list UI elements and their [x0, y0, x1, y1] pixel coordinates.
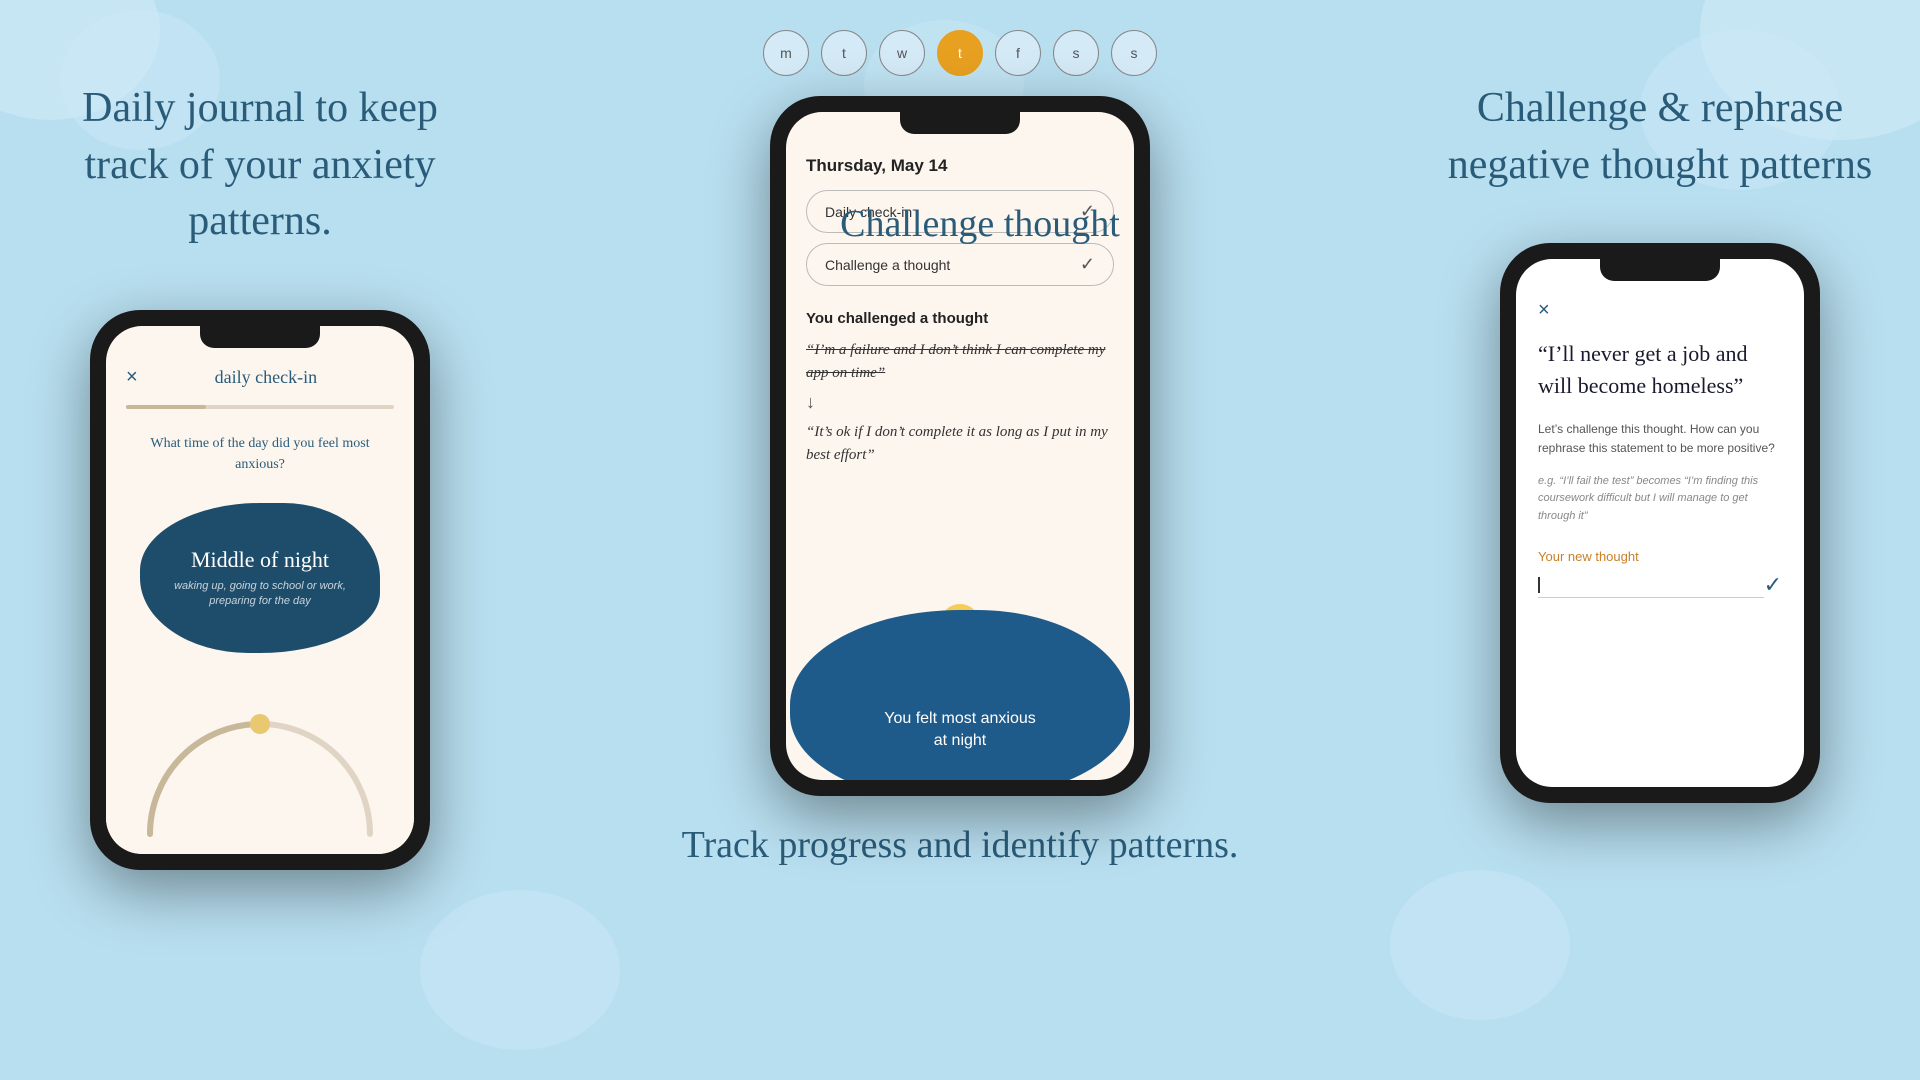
day-tuesday-1[interactable]: t — [821, 30, 867, 76]
challenge-example: e.g. “I’ll fail the test” becomes “I’m f… — [1538, 473, 1782, 526]
center-bottom-text: Track progress and identify patterns. — [622, 820, 1299, 871]
left-section: Daily journal to keep track of your anxi… — [0, 0, 520, 1080]
anxious-line1: You felt most anxious — [884, 710, 1036, 727]
left-phone: × daily check-in What time of the day di… — [90, 310, 430, 870]
arc-gauge — [130, 704, 390, 844]
phone-notch-center — [900, 112, 1020, 134]
day-saturday[interactable]: s — [1053, 30, 1099, 76]
time-of-day-blob[interactable]: Middle of night waking up, going to scho… — [140, 503, 380, 653]
task-challenge-thought[interactable]: Challenge a thought ✓ — [806, 243, 1114, 286]
day-thursday[interactable]: t — [937, 30, 983, 76]
challenged-title: You challenged a thought — [806, 310, 1114, 327]
day-selector: m t w t f s s — [763, 30, 1157, 76]
task-label-challenge: Challenge a thought — [825, 257, 950, 273]
right-phone-screen: × “I’ll never get a job and will become … — [1516, 259, 1804, 787]
day-wednesday[interactable]: w — [879, 30, 925, 76]
original-thought: “I’m a failure and I don’t think I can c… — [806, 339, 1114, 384]
center-section: m t w t f s s Thursday, May 14 Daily che… — [520, 0, 1400, 1080]
date-heading: Thursday, May 14 — [806, 156, 1114, 176]
time-blob-subtitle: waking up, going to school or work, prep… — [140, 579, 380, 610]
progress-bar-container — [126, 405, 394, 409]
check-icon-challenge: ✓ — [1080, 254, 1095, 275]
arc-gauge-area — [106, 694, 414, 854]
anxious-blob: You felt most anxious at night — [790, 610, 1130, 780]
left-title: Daily journal to keep track of your anxi… — [0, 80, 520, 250]
text-cursor — [1538, 577, 1540, 593]
checkin-header: × daily check-in — [126, 366, 394, 389]
time-blob-title: Middle of night — [191, 547, 329, 573]
challenged-section: You challenged a thought “I’m a failure … — [806, 310, 1114, 466]
close-icon-right[interactable]: × — [1538, 299, 1782, 322]
new-thought-field[interactable] — [1538, 575, 1764, 598]
left-phone-screen: × daily check-in What time of the day di… — [106, 326, 414, 854]
right-title: Challenge & rephrase negative thought pa… — [1400, 80, 1920, 193]
arrow-down-icon: ↓ — [806, 392, 1114, 413]
challenge-thought-overlay: Challenge thought — [780, 200, 1180, 249]
anxious-line2: at night — [934, 732, 986, 749]
checkin-question: What time of the day did you feel most a… — [126, 433, 394, 475]
left-phone-content: × daily check-in What time of the day di… — [106, 326, 414, 854]
anxious-blob-text: You felt most anxious at night — [884, 708, 1036, 753]
anxious-blob-area: You felt most anxious at night — [786, 580, 1134, 780]
submit-check-icon[interactable]: ✓ — [1764, 572, 1782, 598]
close-icon[interactable]: × — [126, 366, 138, 389]
challenge-thought-title: Challenge thought — [780, 200, 1180, 249]
new-thought: “It’s ok if I don’t complete it as long … — [806, 421, 1114, 466]
right-section: Challenge & rephrase negative thought pa… — [1400, 0, 1920, 1080]
day-sunday[interactable]: s — [1111, 30, 1157, 76]
phone-notch — [200, 326, 320, 348]
progress-bar-fill — [126, 405, 206, 409]
input-row: ✓ — [1538, 572, 1782, 598]
right-phone-content: × “I’ll never get a job and will become … — [1516, 259, 1804, 787]
new-thought-label: Your new thought — [1538, 549, 1782, 564]
challenge-instruction: Let’s challenge this thought. How can yo… — [1538, 420, 1782, 458]
day-friday[interactable]: f — [995, 30, 1041, 76]
right-phone: × “I’ll never get a job and will become … — [1500, 243, 1820, 803]
day-monday[interactable]: m — [763, 30, 809, 76]
phone-notch-right — [1600, 259, 1720, 281]
negative-thought-quote: “I’ll never get a job and will become ho… — [1538, 338, 1782, 402]
checkin-title: daily check-in — [138, 367, 394, 388]
